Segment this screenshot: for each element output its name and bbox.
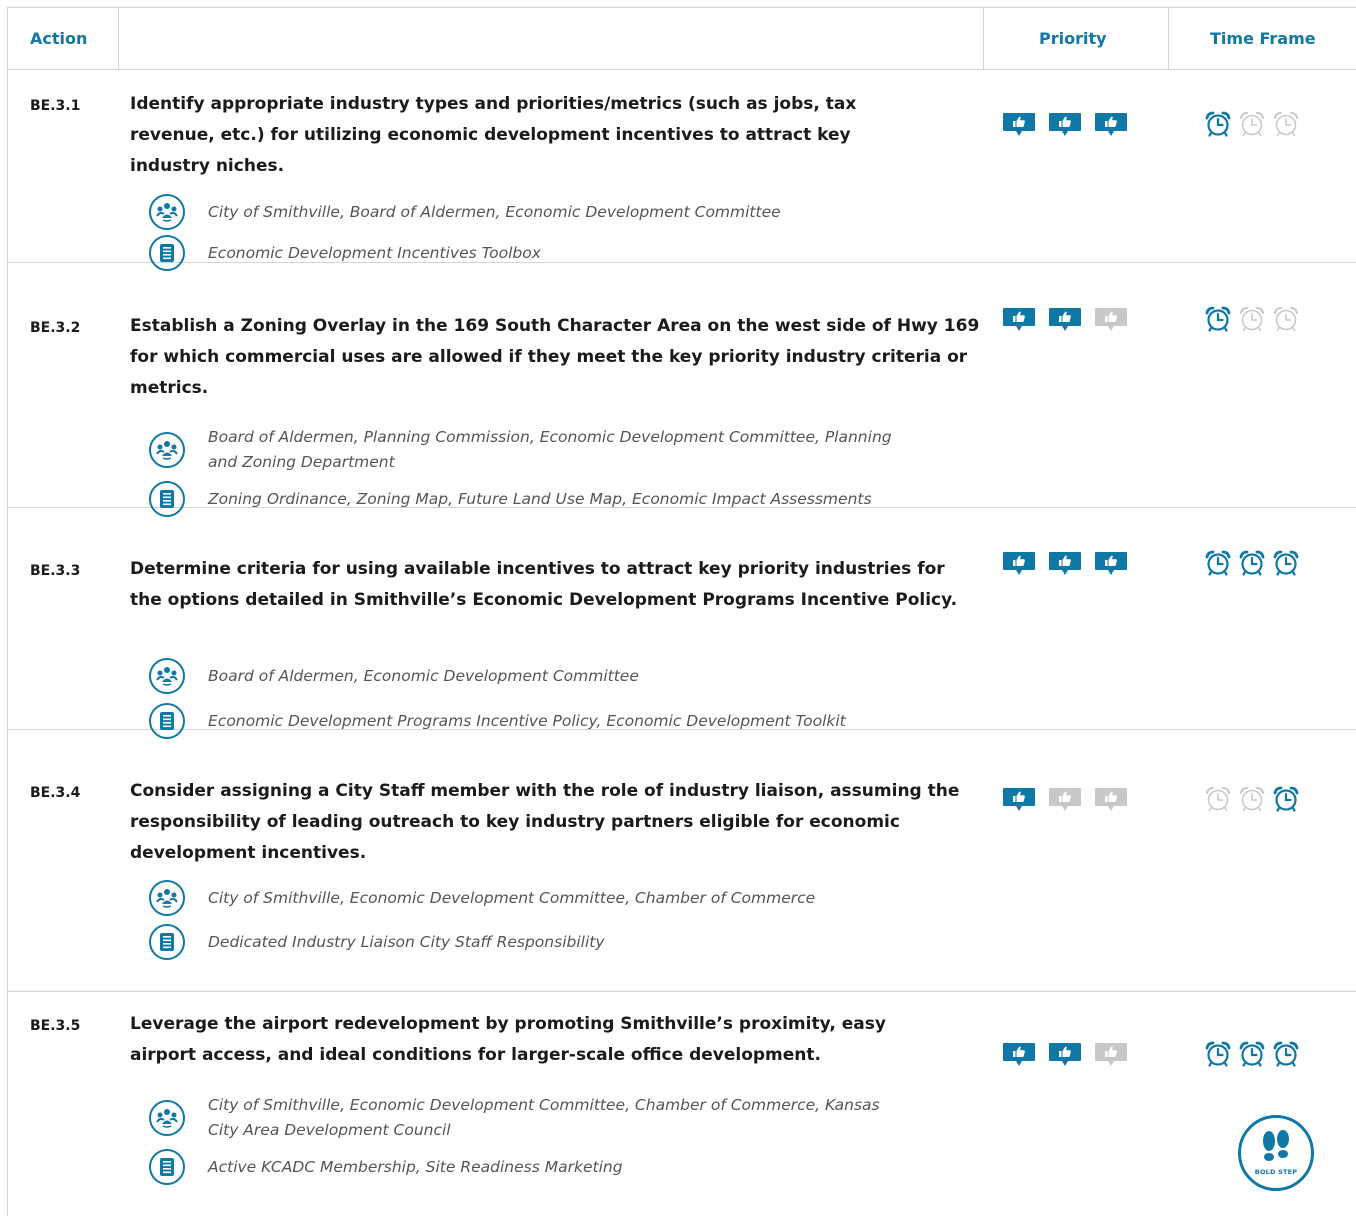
alarm-clock-icon (1272, 1040, 1300, 1068)
action-description: Consider assigning a City Staff member w… (130, 781, 960, 863)
partners-line: City of Smithville, Economic Development… (149, 880, 898, 916)
header-action: Action (30, 29, 88, 48)
table-header: Action Priority Time Frame (8, 8, 1356, 70)
time-frame-rating (1204, 785, 1300, 813)
partners-line: City of Smithville, Economic Development… (149, 1093, 898, 1143)
table-row: BE.3.4 Consider assigning a City Staff m… (8, 730, 1356, 992)
action-description: Establish a Zoning Overlay in the 169 So… (130, 316, 980, 398)
resources-text: Economic Development Incentives Toolbox (208, 243, 541, 262)
partners-text: Board of Aldermen, Planning Commission, … (208, 428, 892, 471)
header-priority: Priority (1039, 29, 1107, 48)
people-group-icon (149, 432, 185, 468)
thumbs-up-icon (1094, 307, 1128, 332)
priority-rating (1002, 307, 1128, 332)
alarm-clock-icon (1272, 110, 1300, 138)
people-group-icon (149, 658, 185, 694)
footprints-icon (1263, 1130, 1289, 1161)
thumbs-up-icon (1094, 787, 1128, 812)
document-list-icon (149, 924, 185, 960)
people-group-icon (149, 1100, 185, 1136)
time-frame-rating (1204, 549, 1300, 577)
resources-line: Active KCADC Membership, Site Readiness … (149, 1149, 898, 1185)
thumbs-up-icon (1048, 1042, 1082, 1067)
action-description: Identify appropriate industry types and … (130, 94, 857, 176)
partners-text: City of Smithville, Economic Development… (208, 1096, 880, 1139)
action-id: BE.3.1 (30, 98, 81, 114)
partners-text: City of Smithville, Economic Development… (208, 888, 816, 907)
partners-line: Board of Aldermen, Planning Commission, … (149, 425, 898, 475)
action-id: BE.3.2 (30, 320, 81, 336)
action-id: BE.3.3 (30, 563, 81, 579)
time-frame-rating (1204, 1040, 1300, 1068)
header-divider (1168, 8, 1169, 70)
thumbs-up-icon (1094, 551, 1128, 576)
alarm-clock-icon (1204, 1040, 1232, 1068)
action-id: BE.3.5 (30, 1018, 81, 1034)
alarm-clock-icon (1238, 1040, 1266, 1068)
thumbs-up-icon (1048, 307, 1082, 332)
alarm-clock-icon (1204, 785, 1232, 813)
action-id: BE.3.4 (30, 785, 81, 801)
header-divider (983, 8, 984, 70)
people-group-icon (149, 194, 185, 230)
priority-rating (1002, 787, 1128, 812)
document-list-icon (149, 1149, 185, 1185)
thumbs-up-icon (1048, 787, 1082, 812)
alarm-clock-icon (1272, 305, 1300, 333)
people-group-icon (149, 880, 185, 916)
thumbs-up-icon (1094, 112, 1128, 137)
action-table: Action Priority Time Frame BE.3.1 Identi… (7, 7, 1356, 1216)
table-row: BE.3.1 Identify appropriate industry typ… (8, 70, 1356, 271)
partners-line: Board of Aldermen, Economic Development … (149, 658, 898, 694)
alarm-clock-icon (1204, 305, 1232, 333)
thumbs-up-icon (1048, 112, 1082, 137)
alarm-clock-icon (1238, 305, 1266, 333)
table-row: BE.3.2 Establish a Zoning Overlay in the… (8, 263, 1356, 517)
thumbs-up-icon (1002, 307, 1036, 332)
alarm-clock-icon (1272, 549, 1300, 577)
header-time-frame: Time Frame (1210, 29, 1316, 48)
thumbs-up-icon (1002, 112, 1036, 137)
header-divider (118, 8, 119, 70)
action-description: Leverage the airport redevelopment by pr… (130, 1014, 886, 1065)
partners-text: City of Smithville, Board of Aldermen, E… (208, 202, 781, 221)
partners-text: Board of Aldermen, Economic Development … (208, 666, 639, 685)
table-row: BE.3.3 Determine criteria for using avai… (8, 508, 1356, 739)
priority-rating (1002, 551, 1128, 576)
table-row: BE.3.5 Leverage the airport redevelopmen… (8, 992, 1356, 1217)
priority-rating (1002, 1042, 1128, 1067)
alarm-clock-icon (1238, 110, 1266, 138)
priority-rating (1002, 112, 1128, 137)
resources-text: Active KCADC Membership, Site Readiness … (208, 1157, 623, 1176)
alarm-clock-icon (1204, 549, 1232, 577)
resources-line: Dedicated Industry Liaison City Staff Re… (149, 924, 898, 960)
alarm-clock-icon (1272, 785, 1300, 813)
time-frame-rating (1204, 110, 1300, 138)
action-description: Determine criteria for using available i… (130, 559, 958, 610)
alarm-clock-icon (1238, 785, 1266, 813)
thumbs-up-icon (1002, 551, 1036, 576)
thumbs-up-icon (1002, 1042, 1036, 1067)
bold-step-label: BOLD STEP (1254, 1168, 1298, 1176)
thumbs-up-icon (1002, 787, 1036, 812)
thumbs-up-icon (1094, 1042, 1128, 1067)
thumbs-up-icon (1048, 551, 1082, 576)
partners-line: City of Smithville, Board of Aldermen, E… (149, 194, 898, 230)
resources-text: Dedicated Industry Liaison City Staff Re… (208, 932, 605, 951)
time-frame-rating (1204, 305, 1300, 333)
alarm-clock-icon (1204, 110, 1232, 138)
bold-step-badge: BOLD STEP (1238, 1115, 1314, 1191)
alarm-clock-icon (1238, 549, 1266, 577)
